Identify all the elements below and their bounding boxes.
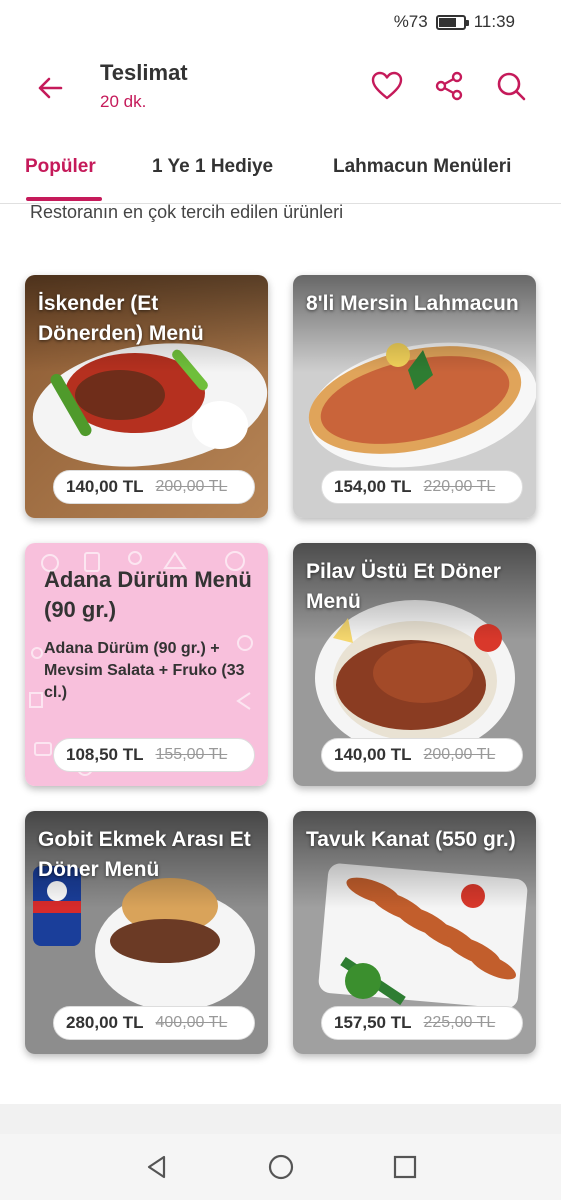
nav-recents-button[interactable]: [383, 1145, 427, 1189]
product-title: 8'li Mersin Lahmacun: [306, 292, 519, 315]
nav-home-icon: [268, 1154, 293, 1180]
product-card[interactable]: İskender (Et Dönerden) Menü 140,00 TL 20…: [25, 275, 268, 518]
active-tab-indicator: [26, 197, 102, 201]
product-title: Adana Dürüm Menü (90 gr.): [44, 567, 252, 622]
status-bar: %73 11:39: [0, 0, 561, 44]
nav-home-button[interactable]: [259, 1145, 303, 1189]
old-price: 400,00 TL: [155, 1014, 228, 1031]
price-pill: 280,00 TL 400,00 TL: [53, 1006, 255, 1040]
nav-recents-icon: [393, 1155, 416, 1179]
product-card[interactable]: 8'li Mersin Lahmacun 154,00 TL 220,00 TL: [293, 275, 536, 518]
tab-populer[interactable]: Popüler: [25, 156, 96, 178]
system-nav-bar: [0, 1134, 561, 1200]
price-pill: 140,00 TL 200,00 TL: [53, 470, 255, 504]
old-price: 200,00 TL: [155, 478, 228, 495]
battery-percent: %73: [393, 12, 428, 31]
product-title: Gobit Ekmek Arası Et Döner Menü: [38, 828, 251, 881]
app-bar: Teslimat 20 dk.: [0, 44, 561, 134]
price: 140,00 TL: [334, 745, 412, 764]
product-title: Pilav Üstü Et Döner Menü: [306, 560, 501, 613]
price: 140,00 TL: [66, 477, 144, 496]
price: 154,00 TL: [334, 477, 412, 496]
product-title: İskender (Et Dönerden) Menü: [38, 292, 204, 345]
nav-back-icon: [147, 1155, 165, 1179]
back-button[interactable]: [28, 66, 72, 110]
favorite-button[interactable]: [365, 64, 409, 108]
price-pill: 157,50 TL 225,00 TL: [321, 1006, 523, 1040]
clock: 11:39: [473, 12, 515, 31]
price: 280,00 TL: [66, 1013, 144, 1032]
battery-icon: [435, 14, 469, 30]
share-button[interactable]: [427, 64, 471, 108]
old-price: 225,00 TL: [423, 1014, 496, 1031]
price-pill: 154,00 TL 220,00 TL: [321, 470, 523, 504]
search-icon: [497, 72, 526, 101]
nav-back-button[interactable]: [135, 1145, 179, 1189]
old-price: 155,00 TL: [155, 746, 228, 763]
product-card[interactable]: Tavuk Kanat (550 gr.) 157,50 TL 225,00 T…: [293, 811, 536, 1054]
product-card[interactable]: Pilav Üstü Et Döner Menü 140,00 TL 200,0…: [293, 543, 536, 786]
page-title: Teslimat: [100, 60, 188, 85]
tab-lahmacun-menuleri[interactable]: Lahmacun Menüleri: [333, 156, 511, 178]
section-caption: Restoranın en çok tercih edilen ürünleri: [30, 202, 344, 222]
header-actions: [365, 64, 533, 108]
price-pill: 140,00 TL 200,00 TL: [321, 738, 523, 772]
product-description: Adana Dürüm (90 gr.) + Mevsim Salata + F…: [44, 640, 245, 701]
price: 157,50 TL: [334, 1013, 412, 1032]
product-card[interactable]: Gobit Ekmek Arası Et Döner Menü 280,00 T…: [25, 811, 268, 1054]
heart-icon: [371, 71, 403, 100]
search-button[interactable]: [489, 64, 533, 108]
tab-1-ye-1-hediye[interactable]: 1 Ye 1 Hediye: [152, 156, 273, 178]
category-tabs: Popüler 1 Ye 1 Hediye Lahmacun Menüleri: [0, 134, 561, 204]
delivery-time: 20 dk.: [100, 92, 147, 111]
bottom-divider: [0, 1104, 561, 1134]
old-price: 200,00 TL: [423, 746, 496, 763]
old-price: 220,00 TL: [423, 478, 496, 495]
product-title: Tavuk Kanat (550 gr.): [306, 828, 516, 851]
price: 108,50 TL: [66, 745, 144, 764]
header-title-block: Teslimat 20 dk.: [100, 60, 188, 112]
product-card[interactable]: Adana Dürüm Menü (90 gr.) Adana Dürüm (9…: [25, 543, 268, 786]
price-pill: 108,50 TL 155,00 TL: [53, 738, 255, 772]
arrow-left-icon: [38, 77, 63, 99]
share-icon: [435, 71, 463, 101]
